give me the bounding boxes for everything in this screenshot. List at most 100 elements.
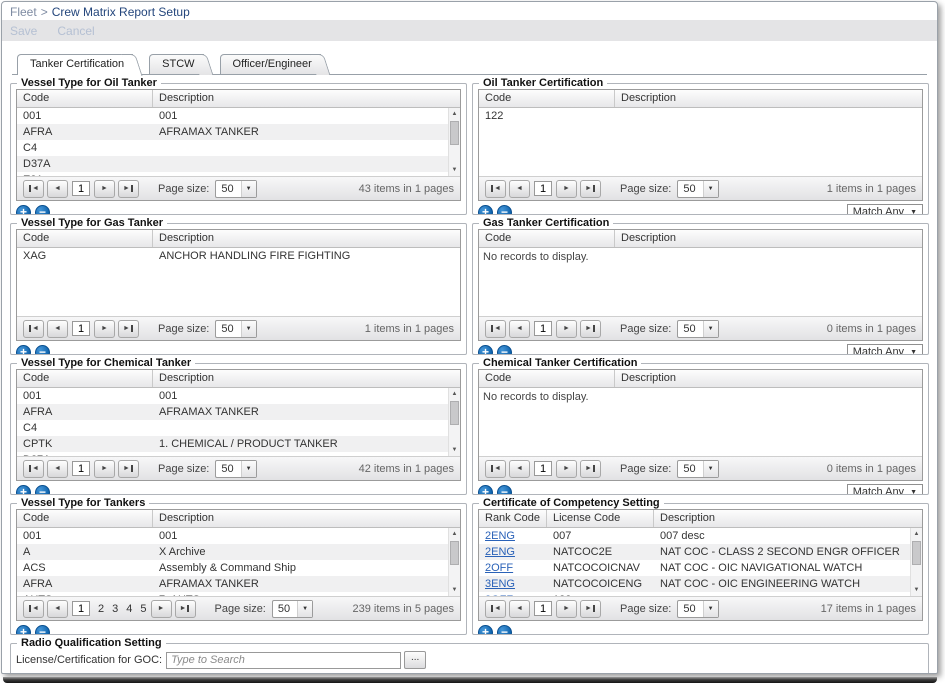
table-row[interactable]: 122 — [479, 108, 922, 124]
pager-page-link[interactable]: 4 — [126, 603, 132, 615]
pager-prev-button[interactable]: ◄ — [509, 460, 530, 478]
tab-tanker-certification[interactable]: Tanker Certification — [17, 54, 133, 75]
grid-cell-link[interactable]: 3ENG — [479, 576, 547, 592]
pager-prev-button[interactable]: ◄ — [509, 600, 530, 618]
grid-cell-link[interactable]: 3OFF — [479, 592, 547, 596]
table-row[interactable]: D37A — [17, 452, 448, 456]
column-header-license-code[interactable]: License Code — [547, 510, 654, 527]
match-mode-select[interactable]: Match Any▼ — [847, 204, 923, 216]
vertical-scrollbar[interactable]: ▲▼ — [910, 528, 922, 596]
breadcrumb-parent-link[interactable]: Fleet — [10, 5, 37, 19]
pager-prev-button[interactable]: ◄ — [47, 320, 68, 338]
pager-prev-button[interactable]: ◄ — [509, 320, 530, 338]
scrollbar-thumb[interactable] — [450, 121, 459, 145]
pager-next-button[interactable]: ► — [556, 320, 577, 338]
add-row-button[interactable]: + — [16, 625, 31, 636]
table-row[interactable]: C4 — [17, 420, 448, 436]
pager-prev-button[interactable]: ◄ — [47, 600, 68, 618]
column-header-rank-code[interactable]: Rank Code — [479, 510, 547, 527]
pager-last-button[interactable]: ► — [118, 320, 139, 338]
column-header-description[interactable]: Description — [615, 370, 922, 387]
column-header-description[interactable]: Description — [615, 230, 922, 247]
add-row-button[interactable]: + — [16, 485, 31, 496]
scroll-down-icon[interactable]: ▼ — [449, 444, 460, 456]
column-header-code[interactable]: Code — [17, 370, 153, 387]
page-size-select[interactable]: 50▼ — [677, 320, 718, 338]
pager-next-button[interactable]: ► — [94, 460, 115, 478]
remove-row-button[interactable]: − — [35, 625, 50, 636]
save-button[interactable]: Save — [10, 24, 37, 38]
add-row-button[interactable]: + — [478, 205, 493, 216]
table-row[interactable]: AFRAAFRAMAX TANKER — [17, 404, 448, 420]
pager-page-input[interactable] — [72, 601, 90, 616]
column-header-description[interactable]: Description — [153, 90, 460, 107]
column-header-description[interactable]: Description — [153, 370, 460, 387]
pager-prev-button[interactable]: ◄ — [47, 460, 68, 478]
pager-last-button[interactable]: ► — [580, 600, 601, 618]
table-row[interactable]: AX Archive — [17, 544, 448, 560]
pager-first-button[interactable]: ◄ — [485, 460, 506, 478]
add-row-button[interactable]: + — [16, 345, 31, 356]
pager-page-link[interactable]: 5 — [140, 603, 146, 615]
scroll-up-icon[interactable]: ▲ — [449, 388, 460, 400]
scroll-down-icon[interactable]: ▼ — [449, 584, 460, 596]
add-row-button[interactable]: + — [478, 485, 493, 496]
table-row[interactable]: CPTK1. CHEMICAL / PRODUCT TANKER — [17, 436, 448, 452]
page-size-select[interactable]: 50▼ — [677, 180, 718, 198]
pager-next-button[interactable]: ► — [556, 600, 577, 618]
pager-first-button[interactable]: ◄ — [485, 320, 506, 338]
pager-last-button[interactable]: ► — [118, 180, 139, 198]
column-header-description[interactable]: Description — [615, 90, 922, 107]
column-header-code[interactable]: Code — [17, 230, 153, 247]
pager-page-link[interactable]: 3 — [112, 603, 118, 615]
table-row[interactable]: 3OFF122 — [479, 592, 910, 596]
table-row[interactable]: AFRAAFRAMAX TANKER — [17, 576, 448, 592]
table-row[interactable]: E31 — [17, 172, 448, 176]
table-row[interactable]: D37A — [17, 156, 448, 172]
table-row[interactable]: AHTS7. AHTS — [17, 592, 448, 596]
tab-stcw[interactable]: STCW — [149, 54, 203, 74]
goc-browse-button[interactable]: ... — [404, 651, 426, 669]
pager-next-button[interactable]: ► — [94, 180, 115, 198]
column-header-description[interactable]: Description — [153, 510, 460, 527]
scroll-up-icon[interactable]: ▲ — [449, 528, 460, 540]
pager-page-input[interactable] — [72, 461, 90, 476]
scroll-down-icon[interactable]: ▼ — [449, 164, 460, 176]
add-row-button[interactable]: + — [16, 205, 31, 216]
scroll-down-icon[interactable]: ▼ — [911, 584, 922, 596]
column-header-code[interactable]: Code — [479, 230, 615, 247]
match-mode-select[interactable]: Match Any▼ — [847, 484, 923, 496]
table-row[interactable]: 001001 — [17, 528, 448, 544]
grid-cell-link[interactable]: 2ENG — [479, 528, 547, 544]
table-row[interactable]: 001001 — [17, 388, 448, 404]
pager-page-link[interactable]: 2 — [98, 603, 104, 615]
vertical-scrollbar[interactable]: ▲▼ — [448, 388, 460, 456]
pager-first-button[interactable]: ◄ — [485, 180, 506, 198]
pager-first-button[interactable]: ◄ — [485, 600, 506, 618]
add-row-button[interactable]: + — [478, 625, 493, 636]
page-size-select[interactable]: 50▼ — [215, 180, 256, 198]
pager-page-input[interactable] — [534, 461, 552, 476]
scrollbar-thumb[interactable] — [912, 541, 921, 565]
page-size-select[interactable]: 50▼ — [215, 460, 256, 478]
table-row[interactable]: C4 — [17, 140, 448, 156]
column-header-description[interactable]: Description — [153, 230, 460, 247]
vertical-scrollbar[interactable]: ▲▼ — [448, 528, 460, 596]
add-row-button[interactable]: + — [478, 345, 493, 356]
page-size-select[interactable]: 50▼ — [215, 320, 256, 338]
column-header-code[interactable]: Code — [479, 370, 615, 387]
pager-first-button[interactable]: ◄ — [23, 460, 44, 478]
goc-search-input[interactable] — [166, 652, 401, 669]
pager-first-button[interactable]: ◄ — [23, 320, 44, 338]
page-size-select[interactable]: 50▼ — [677, 600, 718, 618]
pager-page-input[interactable] — [72, 181, 90, 196]
table-row[interactable]: AFRAAFRAMAX TANKER — [17, 124, 448, 140]
pager-last-button[interactable]: ► — [580, 460, 601, 478]
pager-last-button[interactable]: ► — [118, 460, 139, 478]
tab-officer-engineer[interactable]: Officer/Engineer — [220, 54, 321, 74]
remove-row-button[interactable]: − — [497, 345, 512, 356]
pager-next-button[interactable]: ► — [94, 320, 115, 338]
remove-row-button[interactable]: − — [497, 205, 512, 216]
column-header-description[interactable]: Description — [654, 510, 922, 527]
scroll-up-icon[interactable]: ▲ — [911, 528, 922, 540]
